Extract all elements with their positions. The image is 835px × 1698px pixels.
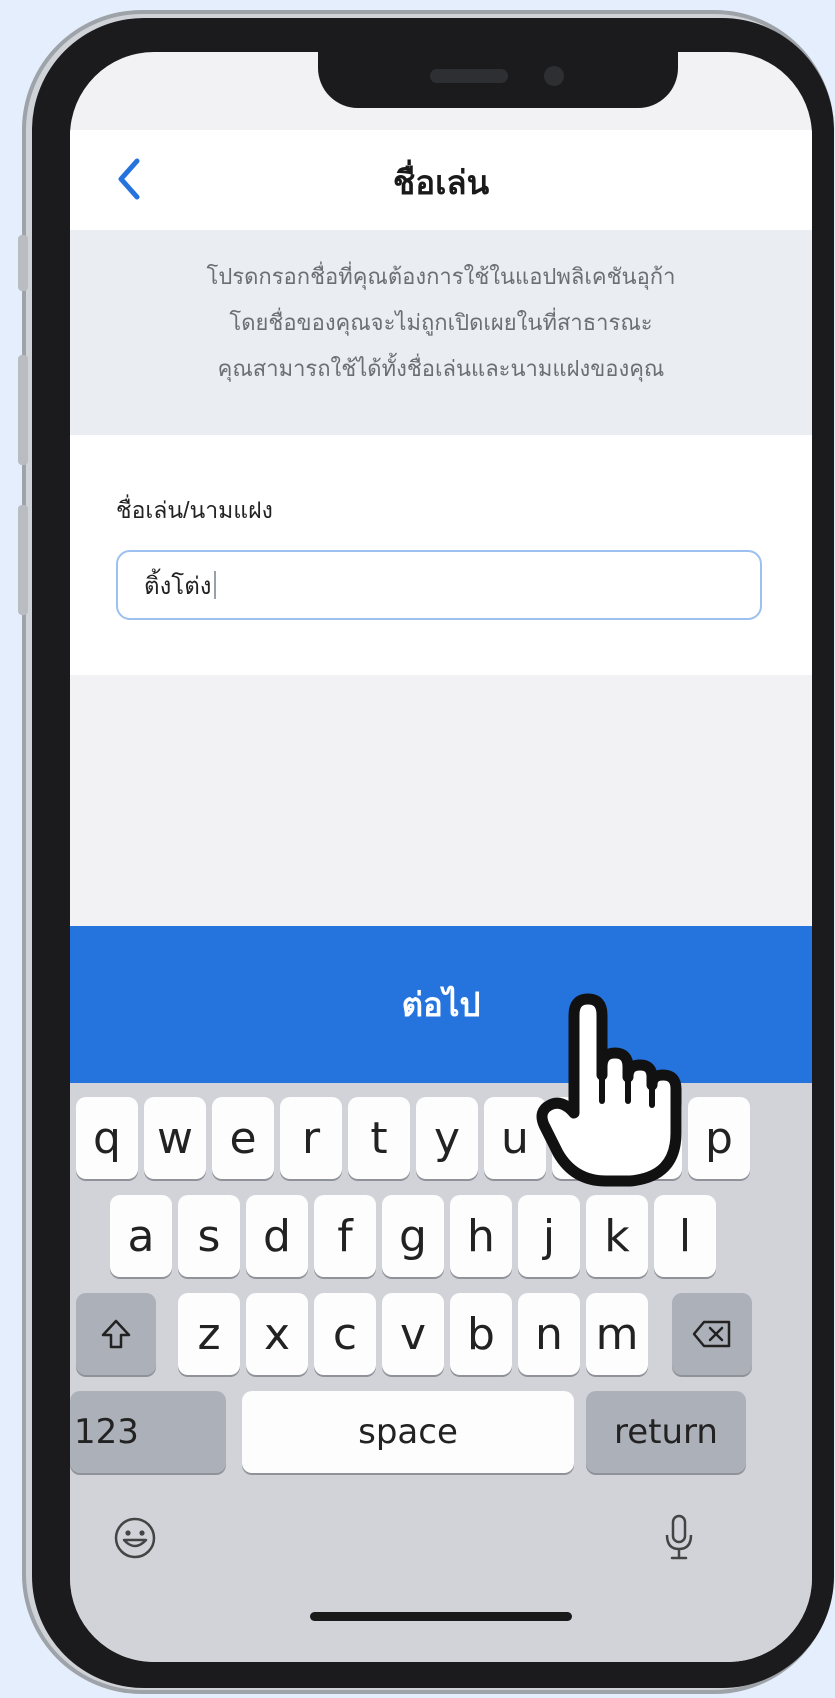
nickname-input[interactable]: ติ้งโต่ง — [116, 550, 762, 620]
key-n[interactable]: n — [518, 1293, 580, 1375]
speaker-grille — [430, 69, 508, 83]
key-v[interactable]: v — [382, 1293, 444, 1375]
microphone-icon — [665, 1514, 693, 1560]
backspace-icon — [692, 1320, 731, 1348]
shift-icon — [101, 1319, 131, 1349]
key-r[interactable]: r — [280, 1097, 342, 1179]
nickname-form: ชื่อเล่น/นามแฝง ติ้งโต่ง — [70, 435, 812, 675]
keyboard: q w e r t y u i o p a s d f g h j k l z … — [70, 1083, 812, 1662]
next-button[interactable]: ต่อไป — [70, 926, 812, 1083]
volume-down-button — [18, 505, 28, 615]
key-z[interactable]: z — [178, 1293, 240, 1375]
key-h[interactable]: h — [450, 1195, 512, 1277]
key-s[interactable]: s — [178, 1195, 240, 1277]
pointing-hand-icon — [520, 975, 700, 1199]
key-t[interactable]: t — [348, 1097, 410, 1179]
dictation-button[interactable] — [662, 1513, 696, 1563]
key-q[interactable]: q — [76, 1097, 138, 1179]
key-a[interactable]: a — [110, 1195, 172, 1277]
text-caret — [213, 571, 216, 599]
home-indicator — [310, 1612, 572, 1621]
mute-switch — [18, 235, 28, 291]
shift-key[interactable] — [76, 1293, 156, 1375]
nickname-value: ติ้งโต่ง — [144, 572, 212, 600]
key-m[interactable]: m — [586, 1293, 648, 1375]
key-k[interactable]: k — [586, 1195, 648, 1277]
delete-key[interactable] — [672, 1293, 752, 1375]
phone-notch — [318, 52, 678, 108]
key-c[interactable]: c — [314, 1293, 376, 1375]
key-x[interactable]: x — [246, 1293, 308, 1375]
return-key[interactable]: return — [586, 1391, 746, 1473]
key-d[interactable]: d — [246, 1195, 308, 1277]
space-key[interactable]: space — [242, 1391, 574, 1473]
key-j[interactable]: j — [518, 1195, 580, 1277]
info-line-1: โปรดกรอกชื่อที่คุณต้องการใช้ในแอปพลิเคชั… — [206, 264, 676, 289]
key-f[interactable]: f — [314, 1195, 376, 1277]
key-e[interactable]: e — [212, 1097, 274, 1179]
key-g[interactable]: g — [382, 1195, 444, 1277]
nav-bar: ชื่อเล่น — [70, 130, 812, 230]
page-title: ชื่อเล่น — [392, 164, 490, 201]
key-b[interactable]: b — [450, 1293, 512, 1375]
numbers-key[interactable]: 123 — [70, 1391, 226, 1473]
front-camera — [544, 66, 564, 86]
info-line-2: โดยชื่อของคุณจะไม่ถูกเปิดเผยในที่สาธารณะ — [229, 310, 653, 335]
key-l[interactable]: l — [654, 1195, 716, 1277]
info-description: โปรดกรอกชื่อที่คุณต้องการใช้ในแอปพลิเคชั… — [70, 230, 812, 435]
phone-screen: ชื่อเล่น โปรดกรอกชื่อที่คุณต้องการใช้ในแ… — [70, 52, 812, 1662]
key-w[interactable]: w — [144, 1097, 206, 1179]
emoji-icon — [114, 1517, 156, 1559]
volume-up-button — [18, 355, 28, 465]
info-line-3: คุณสามารถใช้ได้ทั้งชื่อเล่นและนามแฝงของค… — [217, 356, 665, 381]
nickname-label: ชื่อเล่น/นามแฝง — [116, 497, 273, 523]
key-y[interactable]: y — [416, 1097, 478, 1179]
emoji-button[interactable] — [112, 1515, 158, 1561]
